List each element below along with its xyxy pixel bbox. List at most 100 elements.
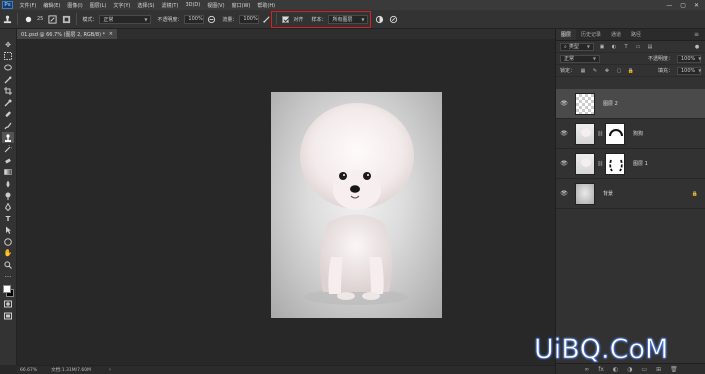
dodge-tool-icon[interactable] xyxy=(2,190,14,202)
marquee-tool-icon[interactable] xyxy=(2,51,14,63)
lock-position-icon[interactable]: ✥ xyxy=(603,67,611,75)
opacity-pressure-icon[interactable] xyxy=(206,14,216,24)
fill-field[interactable]: 100% ▼ xyxy=(677,66,701,75)
maximize-button[interactable]: ▢ xyxy=(680,2,686,9)
zoom-level[interactable]: 66.67% xyxy=(20,368,37,373)
flow-field[interactable]: 100% xyxy=(239,14,260,24)
layer-row[interactable]: 👁 图层 2 xyxy=(556,89,705,119)
eye-icon[interactable]: 👁 xyxy=(559,100,569,107)
eye-icon[interactable]: 👁 xyxy=(559,160,569,167)
shape-filter-icon[interactable]: ▭ xyxy=(634,43,642,51)
clone-stamp-tool-preset-icon[interactable] xyxy=(2,14,12,24)
menu-edit[interactable]: 编辑(E) xyxy=(40,2,64,9)
brush-preset-icon[interactable] xyxy=(23,14,33,24)
adjustment-layer-icon[interactable]: ◑ xyxy=(627,366,632,373)
type-filter-icon[interactable]: T xyxy=(622,43,630,51)
pressure-size-icon[interactable] xyxy=(388,14,398,24)
crop-tool-icon[interactable] xyxy=(2,85,14,97)
move-tool-icon[interactable]: ✥ xyxy=(2,39,14,51)
eye-icon[interactable]: 👁 xyxy=(559,190,569,197)
ignore-adjustment-layers-icon[interactable] xyxy=(374,14,384,24)
layer-style-icon[interactable]: fx xyxy=(598,366,604,373)
tab-paths[interactable]: 路径 xyxy=(626,29,646,40)
lasso-tool-icon[interactable] xyxy=(2,62,14,74)
healing-brush-tool-icon[interactable] xyxy=(2,109,14,121)
close-tab-icon[interactable]: × xyxy=(109,31,117,37)
hand-tool-icon[interactable]: ✋ xyxy=(2,248,14,260)
type-tool-icon[interactable]: T xyxy=(2,213,14,225)
eraser-tool-icon[interactable] xyxy=(2,155,14,167)
chain-link-icon[interactable]: ⛓ xyxy=(597,131,603,137)
gradient-tool-icon[interactable] xyxy=(2,167,14,179)
quick-mask-icon[interactable] xyxy=(2,298,14,310)
zoom-tool-icon[interactable] xyxy=(2,259,14,271)
add-mask-icon[interactable]: ◐ xyxy=(613,366,618,373)
menu-3d[interactable]: 3D(D) xyxy=(182,2,204,8)
brush-tool-icon[interactable] xyxy=(2,120,14,132)
new-layer-icon[interactable]: ⊞ xyxy=(656,366,661,373)
layer-row[interactable]: 👁 ⛓ 狗狗 xyxy=(556,119,705,149)
eye-icon[interactable]: 👁 xyxy=(559,130,569,137)
foreground-color[interactable] xyxy=(3,285,11,294)
menu-type[interactable]: 文字(Y) xyxy=(110,2,134,9)
lock-transparency-icon[interactable]: ▦ xyxy=(579,67,587,75)
eyedropper-tool-icon[interactable] xyxy=(2,97,14,109)
clone-stamp-tool-icon[interactable] xyxy=(2,131,14,144)
adjustment-filter-icon[interactable]: ◐ xyxy=(610,43,618,51)
menu-view[interactable]: 视图(V) xyxy=(204,2,228,9)
lock-all-icon[interactable]: 🔒 xyxy=(627,67,635,75)
panel-opacity-field[interactable]: 100% ▼ xyxy=(677,54,701,63)
menu-window[interactable]: 窗口(W) xyxy=(228,2,254,9)
shape-tool-icon[interactable] xyxy=(2,236,14,248)
document-tab[interactable]: 01.psd @ 66.7% (图层 2, RGB/8) * × xyxy=(17,29,117,39)
delete-layer-icon[interactable]: 🗑 xyxy=(670,366,678,373)
lock-artboard-icon[interactable]: ▢ xyxy=(615,67,623,75)
lock-pixels-icon[interactable]: ✎ xyxy=(591,67,599,75)
more-tools-icon[interactable]: ··· xyxy=(2,271,14,283)
blur-tool-icon[interactable] xyxy=(2,178,14,190)
airbrush-icon[interactable] xyxy=(261,14,271,24)
tab-history[interactable]: 历史记录 xyxy=(576,29,606,40)
menu-image[interactable]: 图像(I) xyxy=(64,2,86,9)
tab-layers[interactable]: 图层 xyxy=(556,29,577,40)
color-swatches[interactable] xyxy=(2,284,14,298)
opacity-field[interactable]: 100% xyxy=(184,14,205,24)
tab-channels[interactable]: 通道 xyxy=(606,29,626,40)
canvas-area[interactable] xyxy=(17,39,555,365)
layer-name[interactable]: 背景 xyxy=(603,190,613,197)
layer-name[interactable]: 狗狗 xyxy=(633,130,643,137)
quick-selection-tool-icon[interactable] xyxy=(2,74,14,86)
pixel-filter-icon[interactable]: ▣ xyxy=(598,43,606,51)
kind-filter-select[interactable]: ⌕ 类型 ▼ xyxy=(560,42,594,51)
layer-name[interactable]: 图层 2 xyxy=(603,100,618,107)
layer-row[interactable]: 👁 背景 🔒 xyxy=(556,179,705,209)
menu-file[interactable]: 文件(F) xyxy=(16,2,40,9)
status-menu-arrow[interactable]: › xyxy=(109,367,111,373)
lock-icon[interactable]: 🔒 xyxy=(692,191,698,197)
layer-name[interactable]: 图层 1 xyxy=(633,160,648,167)
menu-select[interactable]: 选择(S) xyxy=(134,2,158,9)
layer-row[interactable]: 👁 ⛓ 图层 1 xyxy=(556,149,705,179)
path-selection-tool-icon[interactable] xyxy=(2,225,14,237)
menu-filter[interactable]: 滤镜(T) xyxy=(158,2,182,9)
layer-mask-thumbnail[interactable] xyxy=(605,122,625,145)
new-group-icon[interactable]: ▭ xyxy=(641,366,647,373)
chain-link-icon[interactable]: ⛓ xyxy=(597,161,603,167)
link-layers-icon[interactable]: ∞ xyxy=(584,366,589,373)
blend-mode-select[interactable]: 正常 ▼ xyxy=(560,54,600,63)
brush-settings-panel-icon[interactable] xyxy=(47,14,57,24)
pen-tool-icon[interactable] xyxy=(2,201,14,213)
filter-toggle-icon[interactable]: ● xyxy=(693,43,701,51)
smart-object-filter-icon[interactable]: ▤ xyxy=(646,43,654,51)
panel-menu-icon[interactable]: ≡ xyxy=(688,29,705,40)
menu-layer[interactable]: 图层(L) xyxy=(86,2,110,9)
mode-select[interactable]: 正常 ▼ xyxy=(99,14,152,24)
minimize-button[interactable]: — xyxy=(666,2,672,9)
document-canvas[interactable] xyxy=(271,92,442,318)
menu-help[interactable]: 帮助(H) xyxy=(254,2,279,9)
screen-mode-icon[interactable] xyxy=(2,310,14,322)
close-window-button[interactable]: ✕ xyxy=(694,2,699,9)
clone-source-panel-icon[interactable] xyxy=(61,14,71,24)
layer-mask-thumbnail[interactable] xyxy=(605,152,625,175)
history-brush-tool-icon[interactable] xyxy=(2,143,14,155)
